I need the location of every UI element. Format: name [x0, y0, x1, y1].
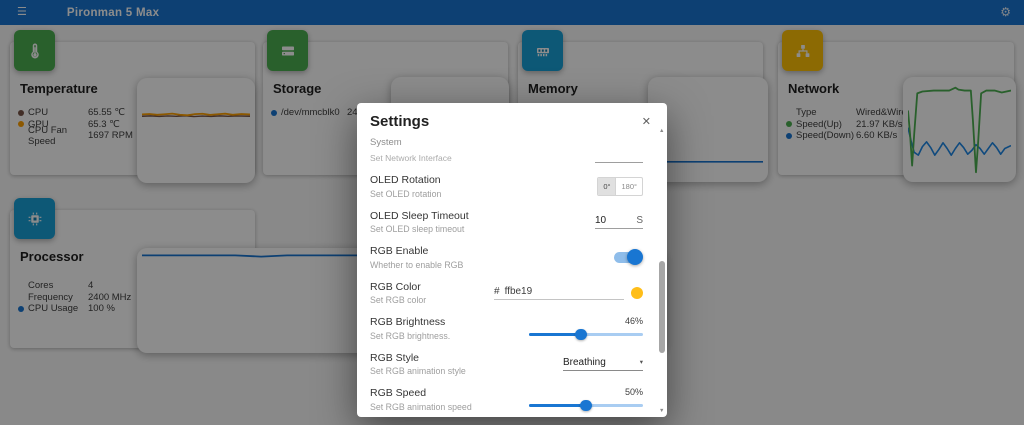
rgb-enable-item: RGB Enable Whether to enable RGB [370, 245, 643, 270]
sleep-timeout-value[interactable]: 10 [595, 215, 606, 226]
item-description: Set RGB animation style [370, 366, 466, 376]
oled-rotation-toggle-group: 0° 180° [597, 177, 643, 196]
hex-prefix: # [494, 286, 500, 297]
item-description: Set OLED rotation [370, 189, 441, 199]
sleep-timeout-input[interactable]: 10 S [595, 215, 643, 229]
item-name: OLED Rotation [370, 174, 441, 186]
network-interface-item: Set Network Interface [370, 150, 643, 163]
modal-scrollbar[interactable]: ▲ ▼ [657, 126, 667, 416]
item-description: Whether to enable RGB [370, 260, 463, 270]
rgb-speed-item: RGB Speed Set RGB animation speed 50% [370, 387, 643, 412]
section-label-system: System [370, 137, 643, 148]
scroll-up-icon[interactable]: ▲ [659, 128, 664, 134]
item-name: RGB Brightness [370, 316, 450, 328]
toggle-knob [627, 249, 643, 265]
slider-fill [529, 404, 586, 407]
settings-title: Settings [370, 113, 429, 130]
rgb-color-value[interactable]: ffbe19 [505, 286, 533, 297]
rgb-style-select[interactable]: Breathing ▾ [563, 357, 643, 372]
rgb-style-item: RGB Style Set RGB animation style Breath… [370, 352, 643, 377]
item-description: Set Network Interface [370, 153, 452, 163]
rotation-180-button[interactable]: 180° [615, 178, 642, 195]
speed-value: 50% [625, 387, 643, 397]
rgb-speed-slider[interactable] [529, 399, 643, 411]
settings-modal: Settings ✕ System Set Network Interface … [357, 103, 667, 417]
rgb-brightness-slider[interactable] [529, 328, 643, 340]
item-description: Set RGB color [370, 295, 426, 305]
scrollbar-thumb[interactable] [659, 261, 665, 353]
brightness-value: 46% [625, 316, 643, 326]
item-description: Set RGB animation speed [370, 402, 472, 412]
color-swatch[interactable] [631, 287, 643, 299]
rotation-0-button[interactable]: 0° [598, 178, 615, 195]
item-name: RGB Speed [370, 387, 472, 399]
scroll-down-icon[interactable]: ▼ [659, 408, 664, 414]
slider-thumb[interactable] [580, 400, 592, 412]
item-description: Set OLED sleep timeout [370, 224, 469, 234]
item-name: RGB Enable [370, 245, 463, 257]
item-name: RGB Style [370, 352, 466, 364]
oled-rotation-item: OLED Rotation Set OLED rotation 0° 180° [370, 174, 643, 199]
close-icon[interactable]: ✕ [640, 113, 653, 130]
rgb-color-item: RGB Color Set RGB color # ffbe19 [370, 281, 643, 306]
oled-sleep-timeout-item: OLED Sleep Timeout Set OLED sleep timeou… [370, 210, 643, 235]
sleep-timeout-unit: S [636, 215, 643, 226]
slider-thumb[interactable] [575, 329, 587, 341]
item-description: Set RGB brightness. [370, 331, 450, 341]
item-name: RGB Color [370, 281, 426, 293]
item-name: OLED Sleep Timeout [370, 210, 469, 222]
slider-fill [529, 333, 581, 336]
network-interface-select[interactable] [595, 153, 643, 163]
rgb-enable-toggle[interactable] [614, 252, 641, 263]
chevron-down-icon: ▾ [640, 358, 643, 366]
rgb-brightness-item: RGB Brightness Set RGB brightness. 46% [370, 316, 643, 341]
rgb-color-input[interactable]: # ffbe19 [494, 286, 624, 301]
rgb-style-value: Breathing [563, 357, 606, 368]
